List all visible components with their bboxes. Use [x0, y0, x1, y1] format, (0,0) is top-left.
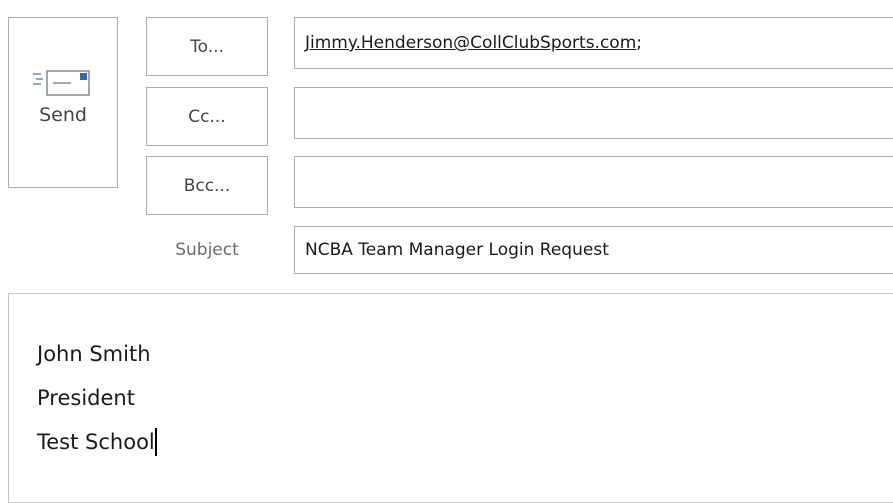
subject-label: Subject — [175, 240, 239, 260]
send-label: Send — [39, 104, 87, 126]
message-body[interactable]: John Smith President Test School — [8, 293, 893, 503]
subject-field[interactable]: NCBA Team Manager Login Request — [294, 226, 893, 274]
body-line-name: John Smith — [37, 342, 151, 366]
recipient-separator: ; — [636, 33, 643, 53]
send-button[interactable]: Send — [8, 17, 118, 188]
bcc-button[interactable]: Bcc... — [146, 156, 268, 215]
cc-button[interactable]: Cc... — [146, 87, 268, 146]
body-line-school: Test School — [37, 427, 157, 457]
text-cursor — [154, 428, 157, 456]
send-envelope-icon — [33, 70, 90, 96]
cc-field[interactable] — [294, 87, 893, 139]
recipient-chip[interactable]: Jimmy.Henderson@CollClubSports.com — [305, 33, 636, 53]
to-button[interactable]: To... — [146, 17, 268, 76]
bcc-field[interactable] — [294, 156, 893, 208]
body-line-title: President — [37, 386, 135, 410]
body-line-school-text: Test School — [37, 430, 155, 454]
to-field[interactable]: Jimmy.Henderson@CollClubSports.com; — [294, 17, 893, 69]
